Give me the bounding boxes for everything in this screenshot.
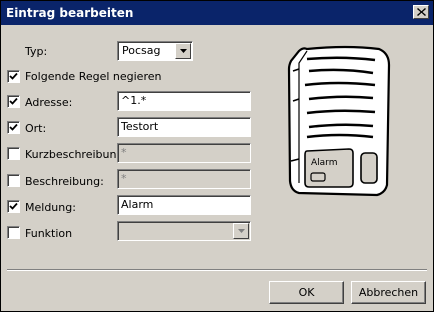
- ort-input[interactable]: Testort: [117, 117, 251, 137]
- checkmark-icon: [9, 97, 18, 105]
- beschreibung-label: Beschreibung:: [25, 175, 104, 188]
- window-title: Eintrag bearbeiten: [6, 6, 134, 20]
- ok-button[interactable]: OK: [269, 281, 344, 304]
- pager-icon: Alarm: [287, 45, 391, 197]
- kurzbeschreibung-input: *: [117, 143, 251, 163]
- ort-label: Ort:: [25, 122, 47, 135]
- chevron-down-icon: [237, 229, 245, 233]
- chevron-down-icon: [179, 49, 187, 53]
- negate-checkbox[interactable]: [7, 70, 20, 83]
- meldung-input[interactable]: Alarm: [117, 195, 251, 215]
- close-icon: [416, 8, 426, 16]
- ort-checkbox[interactable]: [7, 121, 20, 134]
- adresse-checkbox[interactable]: [7, 95, 20, 108]
- negate-label: Folgende Regel negieren: [25, 70, 162, 83]
- meldung-label: Meldung:: [25, 201, 76, 214]
- funktion-checkbox[interactable]: [7, 226, 20, 239]
- dialog-window: Eintrag bearbeiten Typ: Pocsag Folgende …: [0, 0, 434, 312]
- typ-dropdown-button[interactable]: [175, 43, 191, 59]
- funktion-label: Funktion: [25, 227, 73, 240]
- checkmark-icon: [9, 202, 18, 210]
- typ-select-value: Pocsag: [122, 44, 161, 57]
- meldung-checkbox[interactable]: [7, 200, 20, 213]
- close-button[interactable]: [413, 5, 429, 19]
- title-bar[interactable]: Eintrag bearbeiten: [1, 1, 433, 25]
- adresse-label: Adresse:: [25, 96, 73, 109]
- footer-divider: [7, 269, 427, 271]
- typ-select[interactable]: Pocsag: [117, 41, 193, 61]
- adresse-input[interactable]: ^1.*: [117, 91, 251, 111]
- funktion-select: [117, 221, 251, 241]
- typ-label: Typ:: [25, 45, 48, 58]
- funktion-dropdown-button: [233, 223, 249, 239]
- kurzbeschreibung-label: Kurzbeschreibung:: [25, 148, 128, 161]
- checkmark-icon: [9, 123, 18, 131]
- beschreibung-checkbox[interactable]: [7, 174, 20, 187]
- checkmark-icon: [9, 72, 18, 80]
- beschreibung-input: *: [117, 169, 251, 189]
- cancel-button[interactable]: Abbrechen: [351, 281, 426, 304]
- pager-illustration: Alarm: [287, 41, 417, 201]
- kurzbeschreibung-checkbox[interactable]: [7, 147, 20, 160]
- pager-screen-text: Alarm: [311, 158, 337, 168]
